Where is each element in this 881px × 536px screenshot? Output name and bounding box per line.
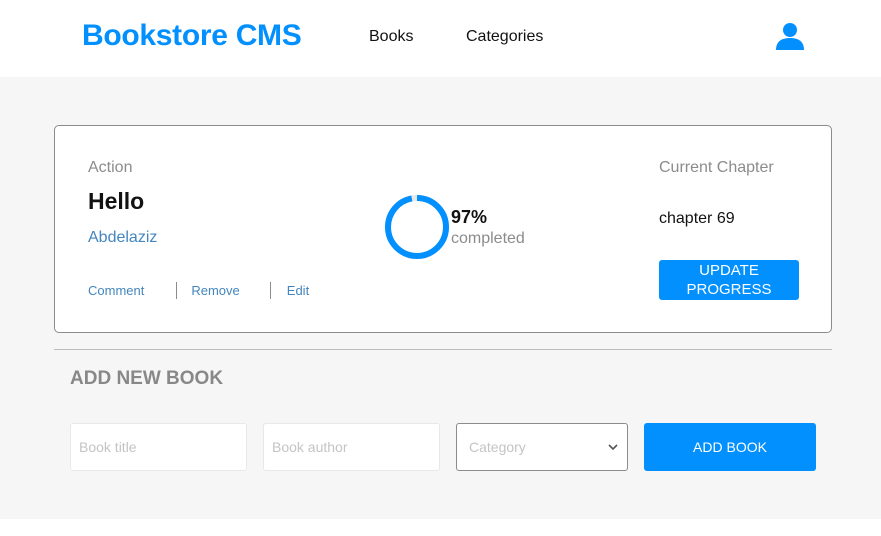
book-title-input[interactable] <box>70 423 247 471</box>
nav-categories[interactable]: Categories <box>466 28 543 46</box>
edit-button[interactable]: Edit <box>287 283 309 298</box>
divider <box>54 349 832 350</box>
progress-percent: 97% <box>451 207 488 227</box>
main-content: Action Hello Abdelaziz Comment Remove Ed… <box>0 77 881 519</box>
add-book-button[interactable]: ADD BOOK <box>644 423 816 471</box>
book-card: Action Hello Abdelaziz Comment Remove Ed… <box>54 125 832 333</box>
category-select[interactable]: Category <box>456 423 628 471</box>
category-placeholder: Category <box>469 439 526 455</box>
app-logo[interactable]: Bookstore CMS <box>82 19 302 53</box>
add-book-title: ADD NEW BOOK <box>70 368 224 389</box>
current-chapter: chapter 69 <box>659 210 735 227</box>
remove-button[interactable]: Remove <box>191 283 239 298</box>
book-genre: Action <box>88 159 133 176</box>
progress-ring <box>385 195 449 259</box>
chevron-down-icon <box>608 444 618 451</box>
book-author: Abdelaziz <box>88 229 158 246</box>
book-actions: Comment Remove Edit <box>88 281 309 299</box>
action-divider <box>269 281 271 299</box>
update-progress-button[interactable]: UPDATE PROGRESS <box>659 260 799 300</box>
action-divider <box>176 281 178 299</box>
progress-label: completed <box>451 230 525 247</box>
current-chapter-label: Current Chapter <box>659 159 774 176</box>
book-author-input[interactable] <box>263 423 440 471</box>
book-title: Hello <box>88 188 145 214</box>
user-icon[interactable] <box>775 22 805 50</box>
nav-books[interactable]: Books <box>369 28 413 46</box>
comment-button[interactable]: Comment <box>88 283 144 298</box>
header: Bookstore CMS Books Categories <box>0 0 881 77</box>
